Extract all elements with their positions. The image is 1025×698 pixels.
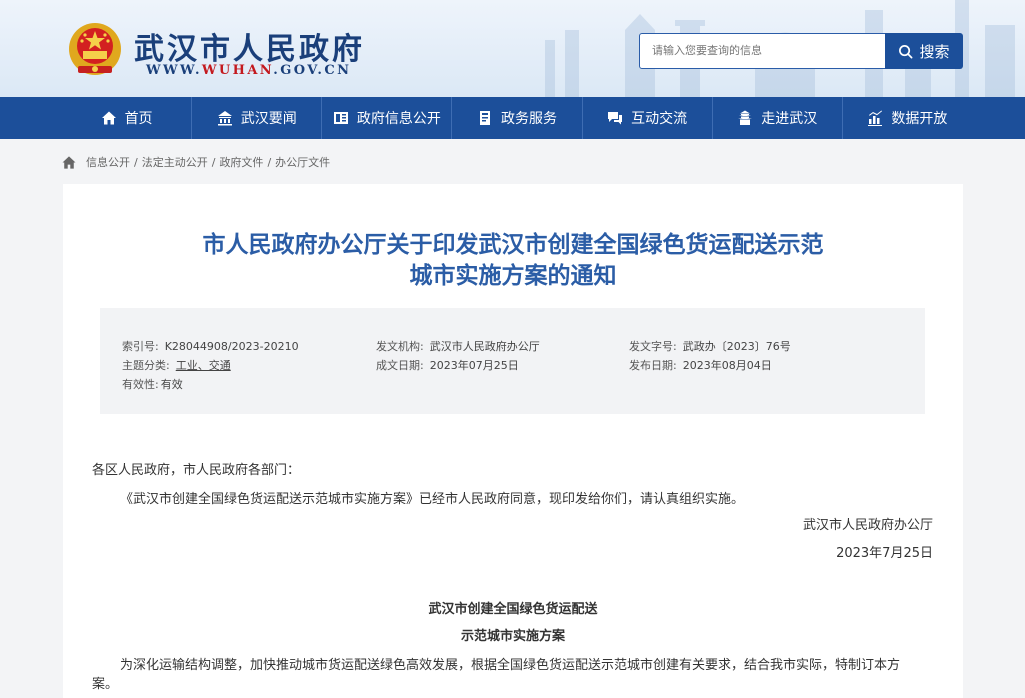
news-icon	[217, 111, 232, 126]
breadcrumb-separator: /	[267, 155, 272, 169]
nav-item-label: 政府信息公开	[356, 111, 441, 127]
meta-topic-link[interactable]: 工业、交通	[176, 359, 231, 372]
meta-label: 发文机构:	[376, 340, 424, 353]
sub-title: 武汉市创建全国绿色货运配送	[428, 602, 598, 617]
site-header: 武汉市人民政府 WWW.WUHAN.GOV.CN 搜索	[0, 0, 1025, 97]
nav-item-label: 数据开放	[891, 111, 948, 127]
data-chart-icon	[868, 110, 883, 126]
breadcrumb-item[interactable]: 政府文件	[219, 154, 263, 170]
site-url-suffix: .GOV.CN	[273, 63, 352, 78]
breadcrumb-separator: /	[211, 155, 216, 169]
nav-item-wuhan-news[interactable]: 武汉要闻	[192, 97, 323, 139]
document-title-line: 城市实施方案的通知	[409, 263, 617, 289]
sub-title: 示范城市实施方案	[460, 629, 565, 644]
nav-item-label: 首页	[124, 111, 153, 127]
nav-item-label: 互动交流	[631, 111, 688, 127]
home-icon	[101, 111, 116, 125]
meta-value: 武汉市人民政府办公厅	[429, 340, 540, 353]
nav-item-open-data[interactable]: 数据开放	[843, 97, 972, 139]
body-paragraph: 为深化运输结构调整，加快推动城市货运配送绿色高效发展，根据全国绿色货运配送示范城…	[120, 658, 901, 673]
site-url-highlight: WUHAN	[201, 63, 274, 78]
meta-label: 发布日期:	[629, 359, 677, 372]
document-title: 市人民政府办公厅关于印发武汉市创建全国绿色货运配送示范 城市实施方案的通知	[63, 230, 963, 292]
meta-value: 2023年08月04日	[682, 359, 772, 372]
nav-item-home[interactable]: 首页	[62, 97, 193, 139]
national-emblem-icon	[69, 23, 121, 75]
meta-label: 成文日期:	[376, 359, 424, 372]
meta-value: 2023年07月25日	[429, 359, 519, 372]
meta-issuer: 发文机构: 武汉市人民政府办公厅	[376, 338, 540, 354]
meta-label: 有效性:	[122, 378, 159, 391]
home-icon[interactable]	[62, 155, 76, 169]
nav-item-info-disclosure[interactable]: 政府信息公开	[322, 97, 453, 139]
nav-item-gov-service[interactable]: 政务服务	[452, 97, 583, 139]
site-url-prefix: WWW.	[146, 63, 202, 78]
meta-written-date: 成文日期: 2023年07月25日	[376, 357, 519, 373]
interaction-icon	[608, 112, 623, 125]
signature-date: 2023年7月25日	[836, 546, 933, 561]
breadcrumb: 信息公开 / 法定主动公开 / 政府文件 / 办公厅文件	[62, 154, 330, 170]
document-card: 市人民政府办公厅关于印发武汉市创建全国绿色货运配送示范 城市实施方案的通知 索引…	[63, 184, 963, 698]
meta-doc-number: 发文字号: 武政办〔2023〕76号	[629, 338, 791, 354]
meta-publish-date: 发布日期: 2023年08月04日	[629, 357, 772, 373]
site-url[interactable]: WWW.WUHAN.GOV.CN	[146, 63, 351, 78]
breadcrumb-item[interactable]: 办公厅文件	[275, 154, 330, 170]
meta-label: 发文字号:	[629, 340, 677, 353]
meta-validity: 有效性: 有效	[122, 376, 183, 392]
search-button[interactable]: 搜索	[885, 33, 963, 69]
main-nav: 首页 武汉要闻 政府信息公开 政务服务 互动交流 走进武汉 数据开放	[0, 97, 1025, 139]
meta-value: 有效	[160, 378, 183, 391]
search-icon	[899, 44, 913, 58]
search-input[interactable]	[639, 33, 887, 69]
meta-index: 索引号: K28044908/2023-20210	[122, 338, 299, 354]
nav-item-interaction[interactable]: 互动交流	[583, 97, 713, 139]
info-disclosure-icon	[333, 112, 348, 124]
body-paragraph: 案。	[92, 677, 119, 692]
signature: 武汉市人民政府办公厅	[802, 518, 933, 533]
service-icon	[479, 111, 490, 125]
nav-item-label: 武汉要闻	[240, 111, 297, 127]
search-button-label: 搜索	[919, 42, 950, 61]
meta-value: K28044908/2023-20210	[164, 340, 299, 353]
breadcrumb-item[interactable]: 信息公开	[86, 154, 130, 170]
city-icon	[738, 110, 753, 125]
breadcrumb-separator: /	[134, 155, 138, 169]
meta-value: 武政办〔2023〕76号	[682, 340, 791, 353]
meta-label: 主题分类:	[122, 359, 170, 372]
site-title[interactable]: 武汉市人民政府	[134, 24, 365, 68]
breadcrumb-item[interactable]: 法定主动公开	[142, 154, 208, 170]
nav-item-visit-wuhan[interactable]: 走进武汉	[713, 97, 843, 139]
meta-label: 索引号:	[122, 340, 159, 353]
salutation: 各区人民政府，市人民政府各部门：	[92, 463, 301, 478]
body-paragraph: 《武汉市创建全国绿色货运配送示范城市实施方案》已经市人民政府同意，现印发给你们，…	[120, 492, 745, 507]
nav-item-label: 政务服务	[500, 111, 557, 127]
document-title-line: 市人民政府办公厅关于印发武汉市创建全国绿色货运配送示范	[202, 232, 824, 258]
document-metadata-panel: 索引号: K28044908/2023-20210 发文机构: 武汉市人民政府办公厅…	[100, 308, 925, 414]
meta-topic: 主题分类: 工业、交通	[122, 357, 231, 373]
nav-item-label: 走进武汉	[761, 111, 818, 127]
